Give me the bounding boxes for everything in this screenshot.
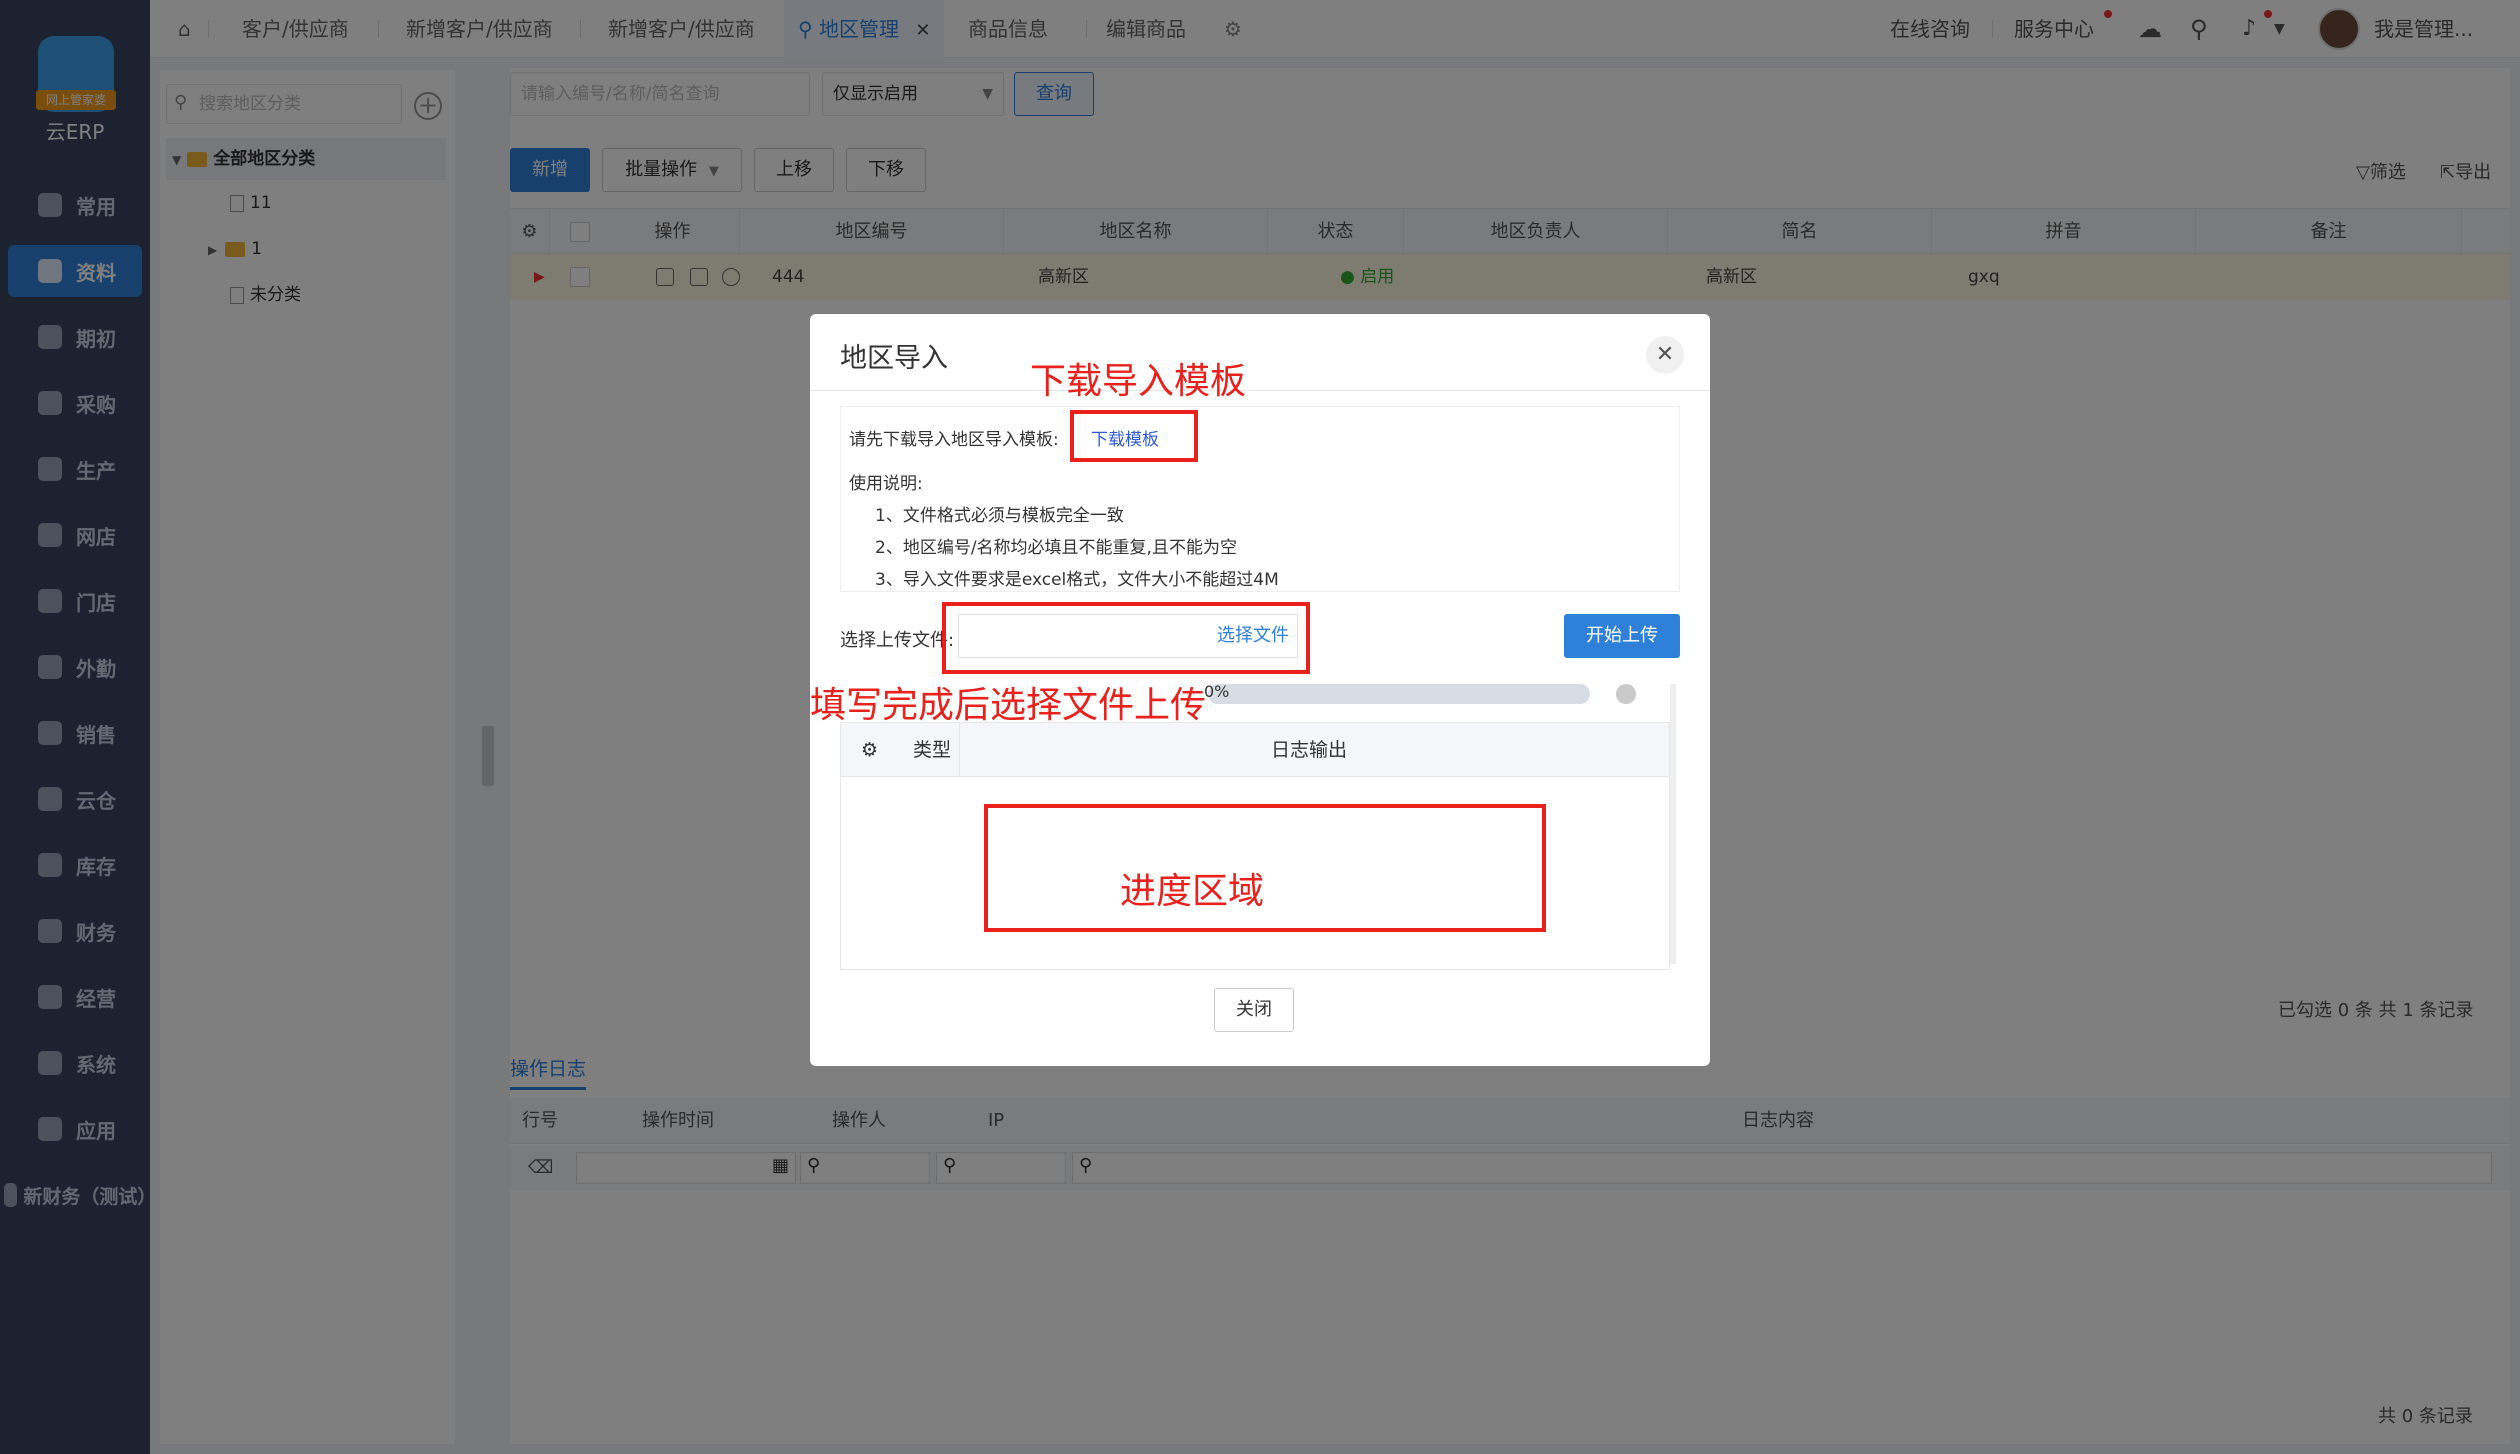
progress-percent: 0%: [1204, 682, 1230, 701]
usage-title: 使用说明:: [849, 474, 923, 494]
upload-label: 选择上传文件:: [840, 630, 955, 651]
download-prompt: 请先下载导入地区导入模板:: [849, 430, 1059, 450]
log-col-type: 类型: [913, 739, 952, 761]
log-col-output: 日志输出: [1271, 739, 1348, 761]
usage-line-3: 3、导入文件要求是excel格式，文件大小不能超过4M: [875, 570, 1279, 590]
usage-line-1: 1、文件格式必须与模板完全一致: [875, 506, 1124, 526]
log-settings-icon[interactable]: ⚙: [861, 723, 878, 777]
annotation-upload-hint: 填写完成后选择文件上传: [810, 685, 1207, 726]
check-icon: [1616, 684, 1636, 704]
annotation-box-download: [1070, 410, 1198, 462]
close-button[interactable]: 关闭: [1214, 988, 1294, 1032]
annotation-download-template: 下载导入模板: [1030, 361, 1247, 402]
column-divider: [959, 723, 960, 777]
instructions-box: 请先下载导入地区导入模板: 下载模板 使用说明: 1、文件格式必须与模板完全一致…: [840, 406, 1680, 592]
usage-line-2: 2、地区编号/名称均必填且不能重复,且不能为空: [875, 538, 1237, 558]
start-upload-button[interactable]: 开始上传: [1564, 614, 1680, 658]
annotation-box-upload: [942, 602, 1310, 674]
scrollbar[interactable]: [1670, 684, 1676, 964]
dialog-divider: [810, 390, 1710, 391]
dialog-title: 地区导入: [840, 343, 948, 374]
annotation-box-progress: [984, 804, 1546, 932]
upload-progress-bar: [1208, 684, 1590, 704]
close-icon[interactable]: ✕: [1646, 336, 1684, 374]
annotation-progress-area: 进度区域: [1120, 871, 1265, 912]
import-log-header: ⚙ 类型 日志输出: [841, 723, 1669, 777]
